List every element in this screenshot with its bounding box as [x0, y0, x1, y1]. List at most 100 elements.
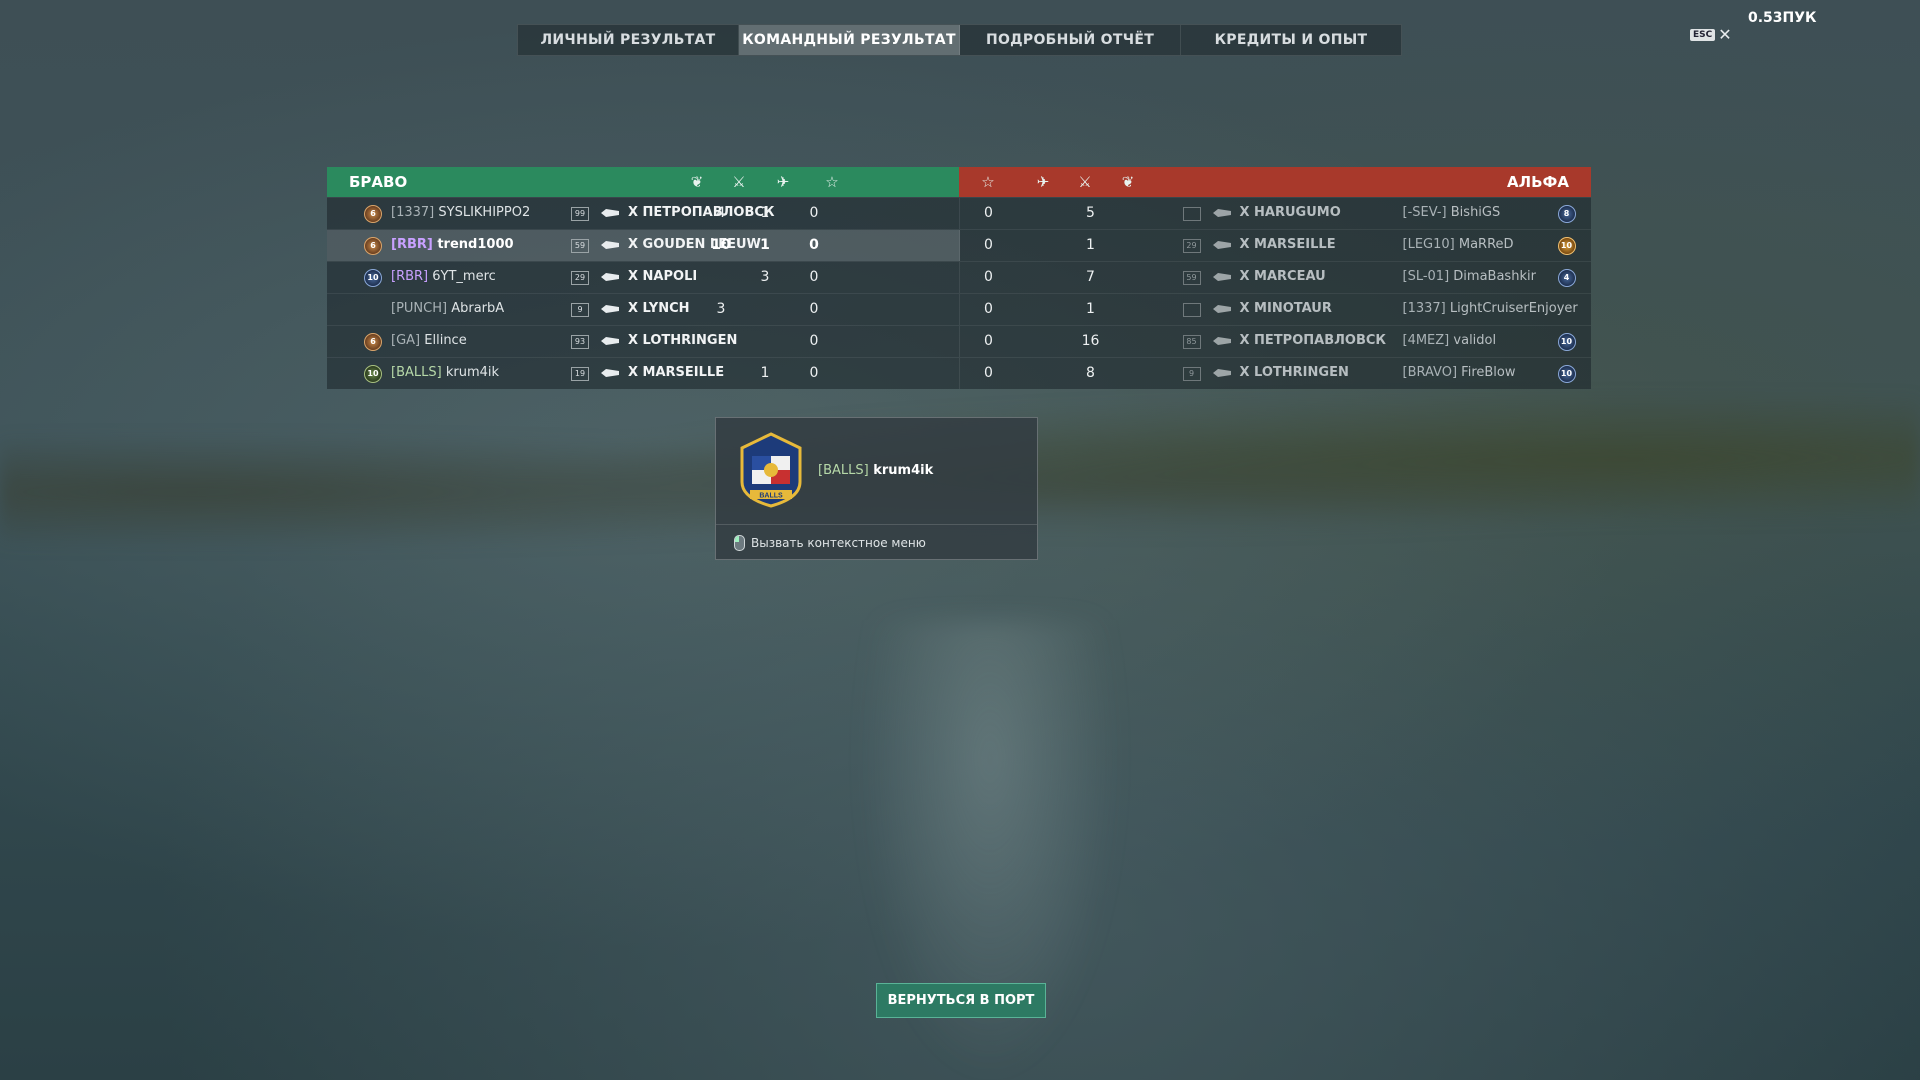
table-row[interactable]: 10 [RBR] 6YT_merc 29 X NAPOLI 3 0 0 7 59 X MARCEA… [327, 261, 1591, 293]
base-value: 0 [984, 333, 993, 349]
base-value: 0 [809, 269, 819, 285]
ship-name: X MARCEAU [1239, 269, 1326, 284]
player-name[interactable]: [RBR] 6YT_merc [391, 269, 496, 284]
player-name[interactable]: [4MEZ] validol [1403, 333, 1497, 348]
player-name[interactable]: [1337] SYSLIKHIPPO2 [391, 205, 530, 220]
nickname: LightCruiserEnjoyer [1449, 301, 1578, 316]
tab-team-result[interactable]: КОМАНДНЫЙ РЕЗУЛЬТАТ [739, 25, 960, 55]
clan-tag: [-SEV-] [1402, 205, 1447, 220]
popup-context-menu-hint[interactable]: Вызвать контекстное меню [734, 535, 926, 551]
crossed-swords-icon: ⚔ [1078, 173, 1092, 191]
planes-value: 1 [760, 237, 770, 253]
ship-name: X HARUGUMO [1239, 205, 1341, 220]
clan-tag: [LEG10] [1402, 237, 1455, 252]
table-row[interactable]: 6 [GA] Ellince 93 X LOTHRINGEN 0 0 16 85 X ПЕТРО… [327, 325, 1591, 357]
ship-name: X NAPOLI [628, 269, 698, 284]
player-name[interactable]: [LEG10] MaRReD [1403, 237, 1514, 252]
ship-class-icon [1212, 305, 1231, 313]
nickname: 6YT_merc [432, 269, 496, 284]
clan-tag: [RBR] [391, 269, 429, 284]
right-team-player-row[interactable]: 0 5 X HARUGUMO [-SEV-] BishiGS 8 [960, 198, 1592, 229]
base-value: 0 [809, 301, 819, 317]
esc-key-icon: ESC [1690, 29, 1716, 41]
nickname: trend1000 [437, 237, 514, 252]
player-popup: BALLS [BALLS] krum4ik Вызвать контекстно… [715, 417, 1038, 560]
player-name[interactable]: [-SEV-] BishiGS [1403, 205, 1501, 220]
player-name[interactable]: [SL-01] DimaBashkir [1403, 269, 1536, 284]
ship-name: X MINOTAUR [1239, 301, 1332, 316]
rank-badge-icon: 6 [364, 205, 382, 223]
planes-value: 3 [760, 269, 770, 285]
ship-name: X ПЕТРОПАВЛОВСК [1239, 333, 1387, 348]
right-team-player-row[interactable]: 0 1 X MINOTAUR [1337] LightCruiserEnjoyer [960, 294, 1592, 325]
planes-value: 5 [1086, 205, 1095, 221]
planes-value: 1 [1086, 237, 1095, 253]
context-hint-label: Вызвать контекстное меню [751, 536, 926, 550]
service-level-badge: 59 [571, 239, 589, 253]
player-name[interactable]: [1337] LightCruiserEnjoyer [1403, 301, 1578, 316]
clan-tag: [BRAVO] [1402, 365, 1458, 380]
rank-badge-icon: 4 [1557, 269, 1576, 287]
right-team-player-row[interactable]: 0 1 29 X MARSEILLE [LEG10] MaRReD 10 [960, 230, 1592, 261]
base-value: 0 [809, 365, 819, 381]
table-row[interactable]: [PUNCH] AbrarbA 9 X LYNCH 3 0 0 1 X MINOTAUR [13… [327, 293, 1591, 325]
player-name[interactable]: [GA] Ellince [391, 333, 467, 348]
base-value: 0 [984, 301, 993, 317]
base-value: 0 [809, 205, 819, 221]
service-level-badge: 19 [571, 367, 589, 381]
nickname: krum4ik [445, 365, 500, 380]
ship-name: X LYNCH [628, 301, 690, 316]
clan-tag: [RBR] [391, 237, 433, 252]
plane-icon: ✈ [776, 173, 790, 191]
clan-emblem-label: BALLS [759, 493, 783, 500]
base-value: 0 [809, 237, 819, 253]
result-tabs: ЛИЧНЫЙ РЕЗУЛЬТАТ КОМАНДНЫЙ РЕЗУЛЬТАТ ПОД… [517, 24, 1402, 56]
rank-badge-icon: 10 [364, 269, 382, 287]
popup-clan-tag: [BALLS] [818, 463, 869, 478]
ship-name: X MARSEILLE [1239, 237, 1336, 252]
table-row[interactable]: 6 [1337] SYSLIKHIPPO2 99 X ПЕТРОПАВЛОВСК 4 1 0… [327, 197, 1591, 229]
ship-class-icon [601, 369, 619, 377]
return-to-port-button[interactable]: ВЕРНУТЬСЯ В ПОРТ [876, 983, 1046, 1018]
right-team-player-row[interactable]: 0 16 85 X ПЕТРОПАВЛОВСК [4MEZ] validol 10 [960, 326, 1592, 357]
service-level-badge: 99 [571, 207, 589, 221]
service-level-badge: 59 [1182, 271, 1201, 285]
rank-badge-icon: 10 [1557, 365, 1576, 383]
ship-class-icon [601, 305, 619, 313]
scoreboard-rows: 6 [1337] SYSLIKHIPPO2 99 X ПЕТРОПАВЛОВСК 4 1 0… [327, 197, 1591, 389]
planes-value: 1 [1086, 301, 1095, 317]
table-row[interactable]: 10 [BALLS] krum4ik 19 X MARSEILLE 1 0 0 8 9 X LOT… [327, 357, 1591, 389]
left-team-player-row[interactable]: 10 [BALLS] krum4ik 19 X MARSEILLE 1 0 [327, 358, 960, 389]
left-team-player-row[interactable]: 6 [GA] Ellince 93 X LOTHRINGEN 0 [327, 326, 960, 357]
crossed-swords-icon: ⚔ [732, 173, 746, 191]
ship-name: X MARSEILLE [628, 365, 725, 380]
nickname: BishiGS [1450, 205, 1501, 220]
left-team-player-row[interactable]: [PUNCH] AbrarbA 9 X LYNCH 3 0 [327, 294, 960, 325]
player-name[interactable]: [BRAVO] FireBlow [1403, 365, 1516, 380]
close-button[interactable]: ESC ✕ [1690, 27, 1732, 43]
close-icon[interactable]: ✕ [1718, 27, 1731, 43]
fps-counter: 0.53ПУК [1748, 10, 1817, 26]
top-right-area: 0.53ПУК ESC ✕ [1690, 8, 1890, 48]
player-name[interactable]: [PUNCH] AbrarbA [391, 301, 504, 316]
team-name-left: БРАВО [349, 173, 408, 191]
left-team-player-row[interactable]: 10 [RBR] 6YT_merc 29 X NAPOLI 3 0 [327, 262, 960, 293]
nickname: DimaBashkir [1453, 269, 1536, 284]
table-row[interactable]: 6 [RBR] trend1000 59 X GOUDEN LEEUW 10 1 0 0 1 29… [327, 229, 1591, 261]
laurel-icon: ❦ [1121, 173, 1135, 191]
star-icon: ☆ [981, 173, 995, 191]
right-team-player-row[interactable]: 0 8 9 X LOTHRINGEN [BRAVO] FireBlow 10 [960, 358, 1592, 389]
left-team-player-row[interactable]: 6 [1337] SYSLIKHIPPO2 99 X ПЕТРОПАВЛОВСК 4 1 0 [327, 198, 960, 229]
tab-credits-and-xp[interactable]: КРЕДИТЫ И ОПЫТ [1181, 25, 1401, 55]
player-name[interactable]: [RBR] trend1000 [391, 237, 514, 252]
nickname: MaRReD [1458, 237, 1514, 252]
nickname: SYSLIKHIPPO2 [438, 205, 531, 220]
team-header-right: ☆ ✈ ⚔ ❦ АЛЬФА [959, 167, 1591, 197]
tab-personal-result[interactable]: ЛИЧНЫЙ РЕЗУЛЬТАТ [518, 25, 739, 55]
ship-name: X GOUDEN LEEUW [628, 237, 761, 252]
tab-detailed-report[interactable]: ПОДРОБНЫЙ ОТЧЁТ [960, 25, 1181, 55]
player-name[interactable]: [BALLS] krum4ik [391, 365, 499, 380]
popup-player-name: [BALLS] krum4ik [818, 463, 933, 478]
left-team-player-row[interactable]: 6 [RBR] trend1000 59 X GOUDEN LEEUW 10 1 0 [327, 230, 960, 261]
right-team-player-row[interactable]: 0 7 59 X MARCEAU [SL-01] DimaBashkir 4 [960, 262, 1592, 293]
